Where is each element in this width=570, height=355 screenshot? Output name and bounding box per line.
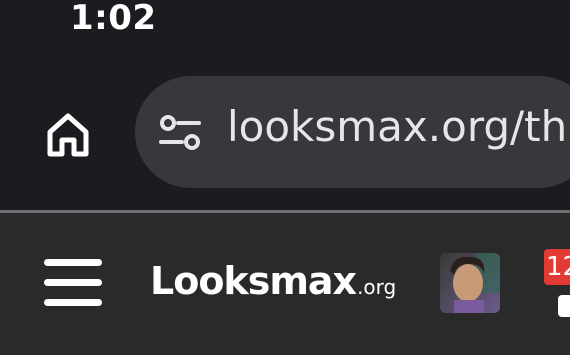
home-button[interactable] bbox=[38, 104, 98, 164]
home-icon bbox=[47, 113, 89, 157]
address-bar[interactable]: looksmax.org/thr bbox=[135, 76, 570, 188]
url-text[interactable]: looksmax.org/thr bbox=[227, 102, 570, 151]
tune-icon[interactable] bbox=[155, 108, 205, 158]
status-bar: 1:02 bbox=[0, 0, 570, 48]
alerts-button[interactable]: 12 bbox=[528, 243, 570, 323]
site-logo[interactable]: Looksmax .org bbox=[150, 259, 396, 303]
logo-tld: .org bbox=[357, 275, 397, 299]
alerts-badge: 12 bbox=[544, 249, 570, 285]
avatar-image bbox=[440, 253, 500, 313]
logo-word: Looksmax bbox=[150, 259, 357, 303]
hamburger-menu-icon[interactable] bbox=[44, 257, 102, 309]
site-header: Looksmax .org 12 bbox=[0, 213, 570, 355]
status-time: 1:02 bbox=[70, 0, 157, 38]
avatar[interactable] bbox=[440, 253, 500, 313]
browser-toolbar: looksmax.org/thr bbox=[0, 48, 570, 210]
phone-screen: 1:02 looksmax.org/thr Looksmax .org 1 bbox=[0, 0, 570, 355]
bell-icon bbox=[558, 295, 570, 317]
